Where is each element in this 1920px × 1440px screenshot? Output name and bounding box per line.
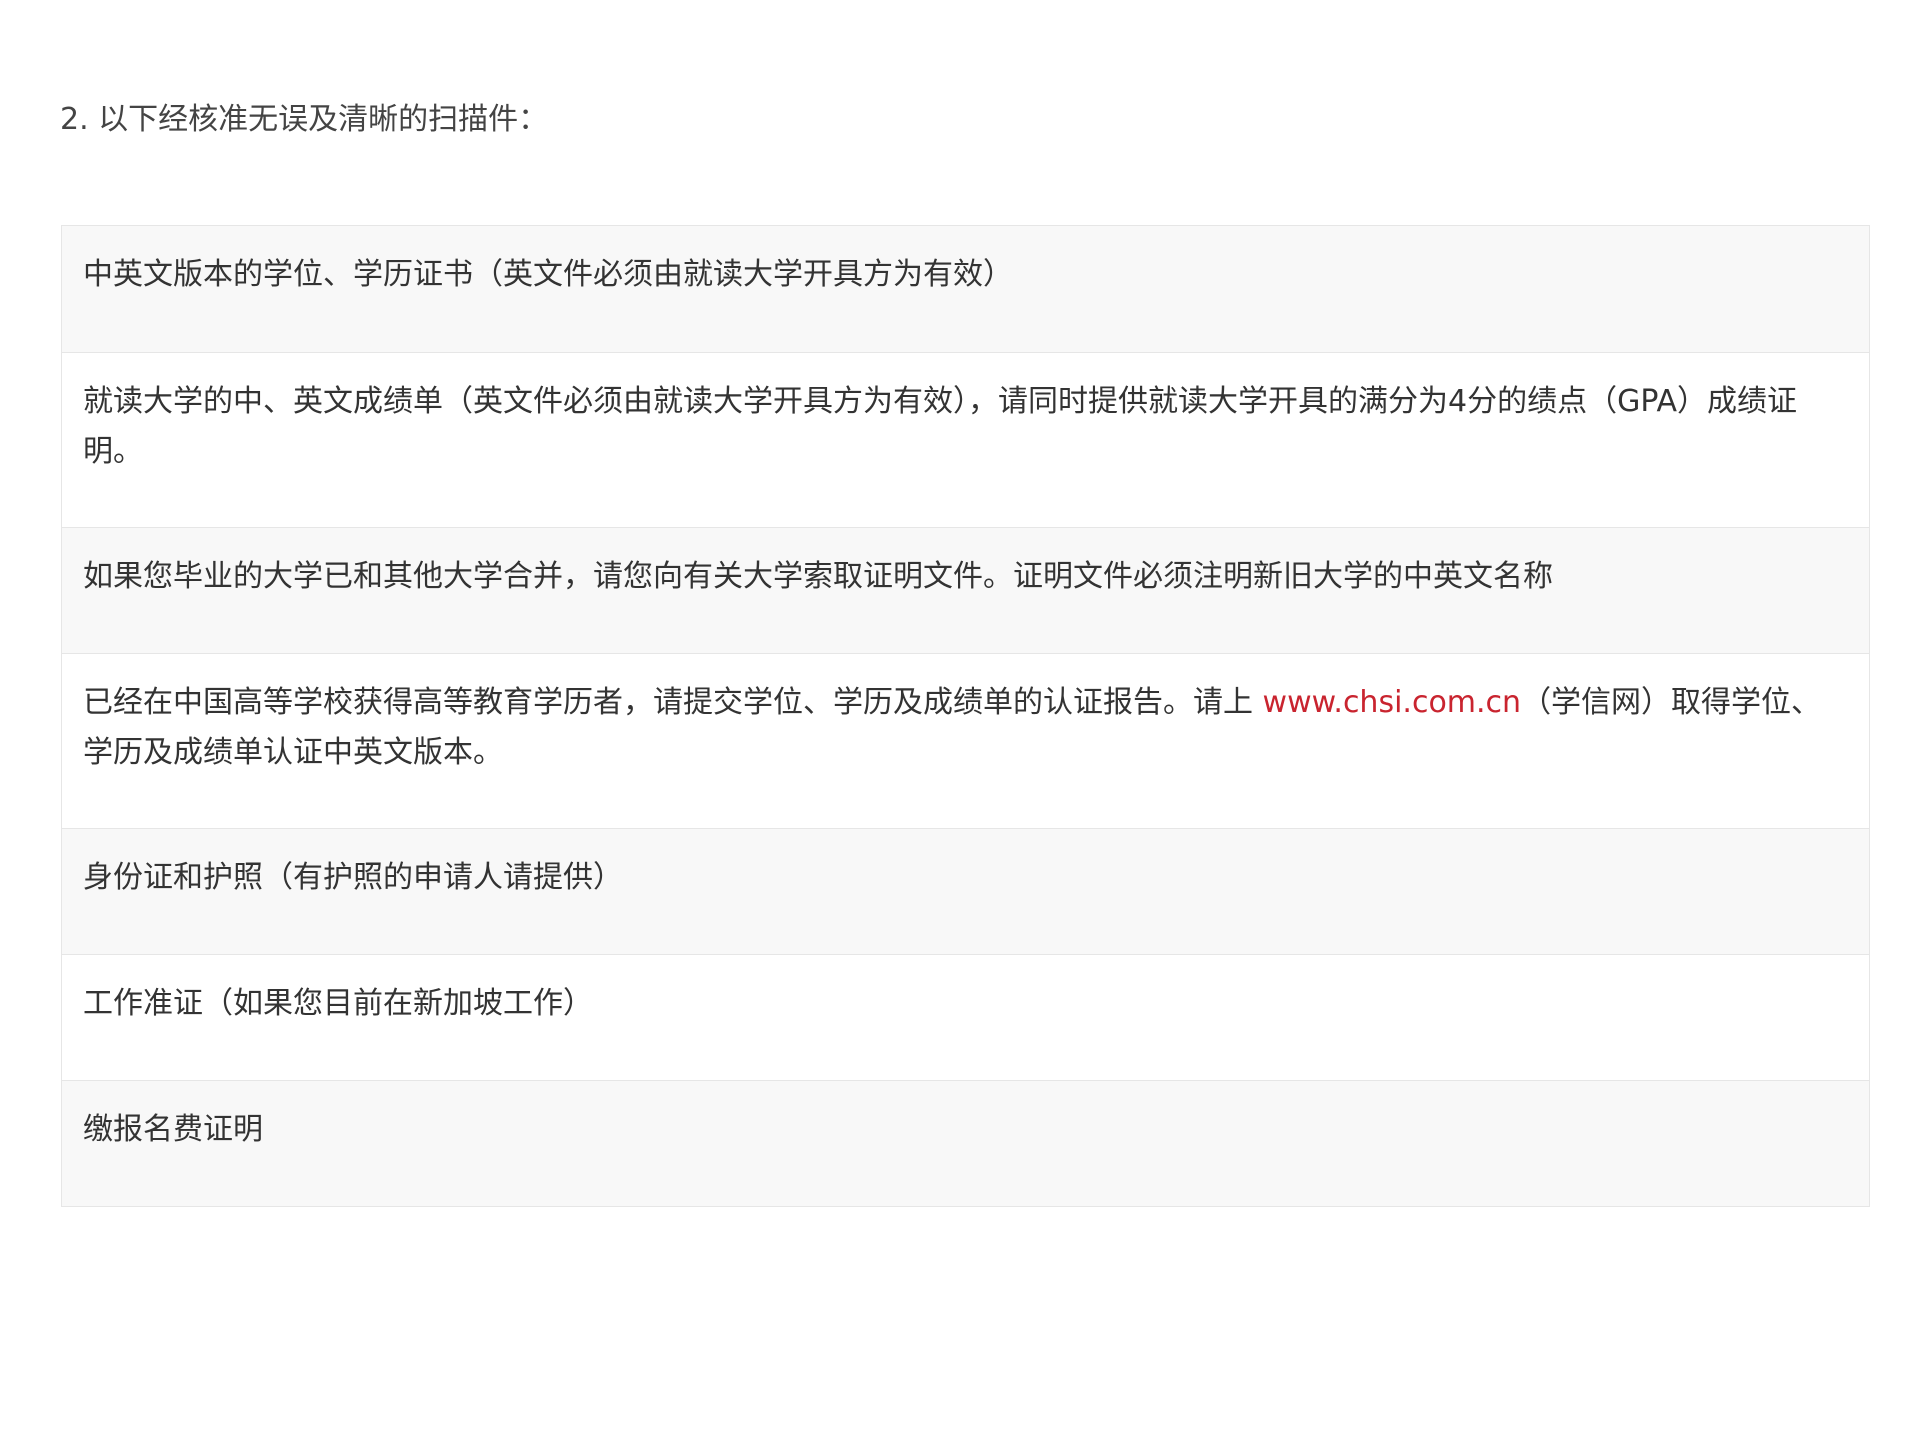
row-text-work-pass: 工作准证（如果您目前在新加坡工作） [83, 986, 593, 1021]
table-row: 已经在中国高等学校获得高等教育学历者，请提交学位、学历及成绩单的认证报告。请上 … [62, 653, 1869, 828]
table-row: 工作准证（如果您目前在新加坡工作） [62, 954, 1869, 1080]
table-row: 中英文版本的学位、学历证书（英文件必须由就读大学开具方为有效） [62, 226, 1869, 352]
row-text-degree-certificate: 中英文版本的学位、学历证书（英文件必须由就读大学开具方为有效） [83, 257, 1013, 292]
table-row: 缴报名费证明 [62, 1080, 1869, 1206]
table-row: 就读大学的中、英文成绩单（英文件必须由就读大学开具方为有效），请同时提供就读大学… [62, 352, 1869, 527]
table-row: 如果您毕业的大学已和其他大学合并，请您向有关大学索取证明文件。证明文件必须注明新… [62, 527, 1869, 653]
row-text-verification-before: 已经在中国高等学校获得高等教育学历者，请提交学位、学历及成绩单的认证报告。请上 [83, 685, 1263, 720]
row-text-id-passport: 身份证和护照（有护照的申请人请提供） [83, 860, 623, 895]
row-text-university-merger: 如果您毕业的大学已和其他大学合并，请您向有关大学索取证明文件。证明文件必须注明新… [83, 559, 1553, 594]
row-text-fee-proof: 缴报名费证明 [83, 1112, 263, 1147]
table-row: 身份证和护照（有护照的申请人请提供） [62, 828, 1869, 954]
chsi-link[interactable]: www.chsi.com.cn [1263, 685, 1522, 720]
row-text-transcript: 就读大学的中、英文成绩单（英文件必须由就读大学开具方为有效），请同时提供就读大学… [83, 384, 1798, 469]
documents-table: 中英文版本的学位、学历证书（英文件必须由就读大学开具方为有效） 就读大学的中、英… [61, 225, 1870, 1207]
section-intro: 2. 以下经核准无误及清晰的扫描件： [60, 102, 549, 137]
